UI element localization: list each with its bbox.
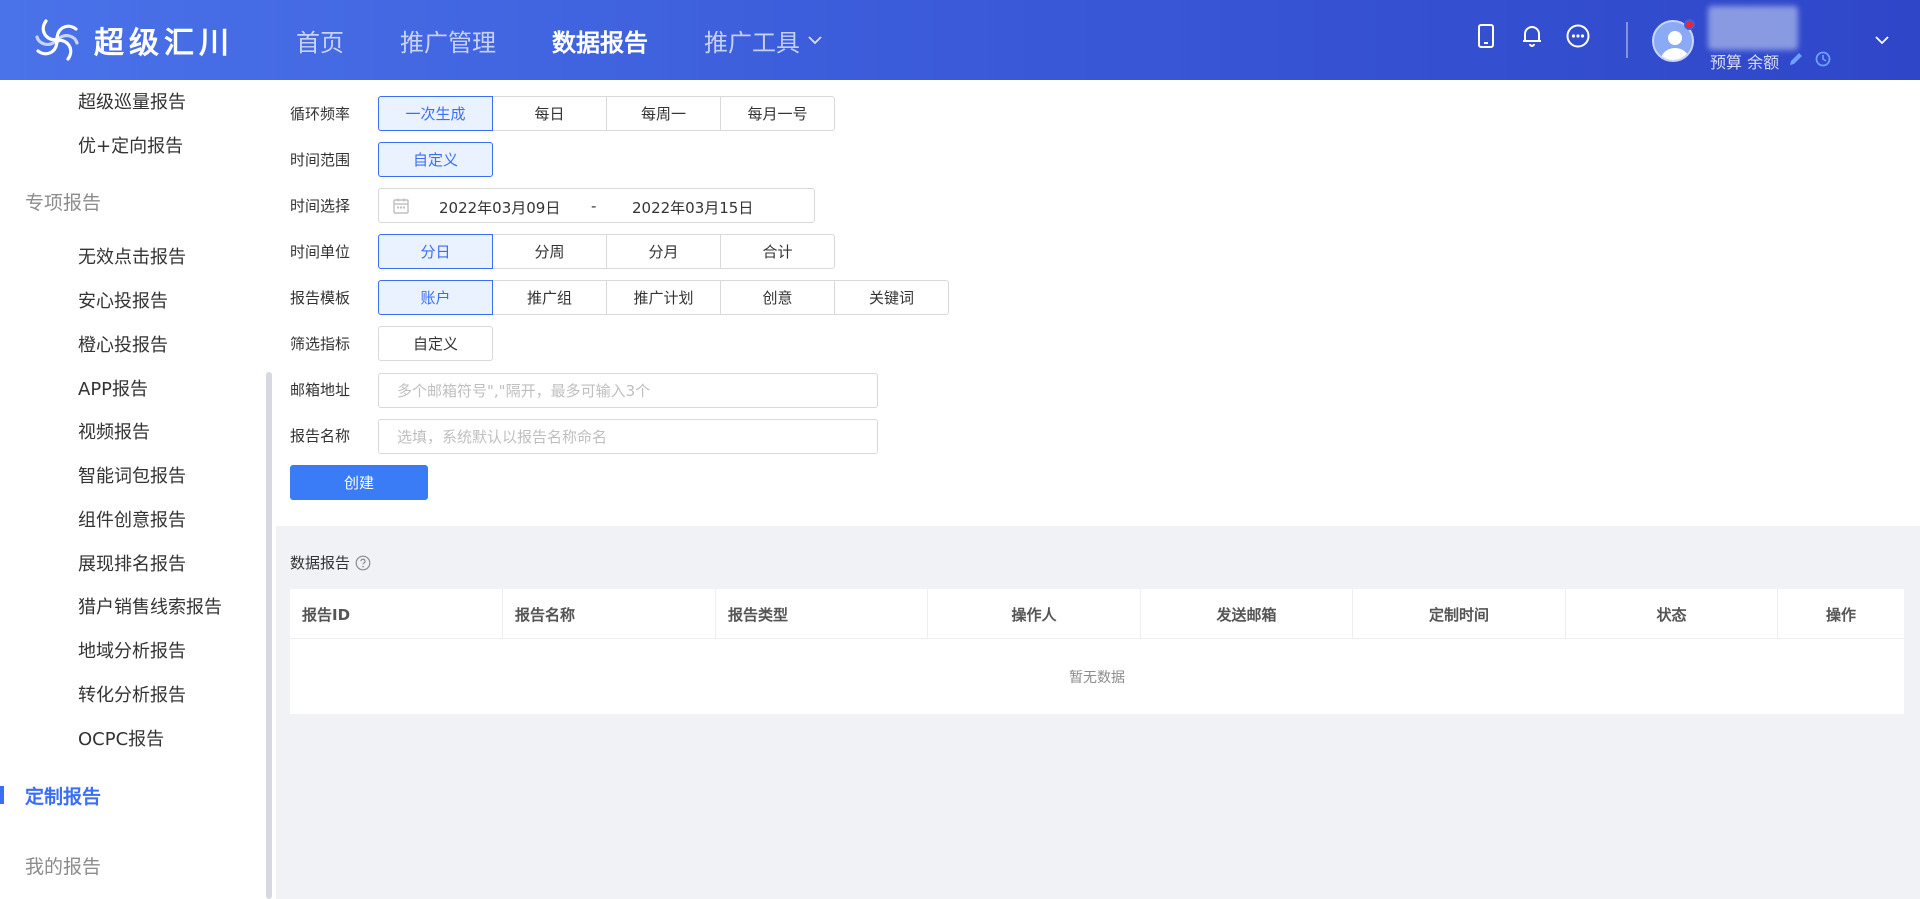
template-account[interactable]: 账户 <box>378 280 493 315</box>
template-creative[interactable]: 创意 <box>720 280 835 315</box>
sidebar-item-conversion[interactable]: 转化分析报告 <box>78 681 186 707</box>
report-form: 循环频率 一次生成 每日 每周一 每月一号 时间范围 自定义 时间选择 2022… <box>276 80 1920 526</box>
header-divider <box>1626 22 1628 58</box>
report-name-input[interactable] <box>378 419 878 454</box>
range-label: 时间范围 <box>290 151 351 169</box>
template-ad-group[interactable]: 推广组 <box>492 280 607 315</box>
reports-table: 报告ID 报告名称 报告类型 操作人 发送邮箱 定制时间 状态 操作 暂无数据 <box>290 589 1904 714</box>
sidebar-item-chengxin[interactable]: 橙心投报告 <box>78 331 168 357</box>
col-email: 发送邮箱 <box>1141 589 1353 639</box>
calendar-icon <box>393 198 409 214</box>
metrics-custom-button[interactable]: 自定义 <box>378 326 493 361</box>
sidebar-group-mine[interactable]: 我的报告 <box>25 852 101 879</box>
sidebar-item-targeting[interactable]: 优+定向报告 <box>78 132 183 158</box>
unit-selector: 分日 分周 分月 合计 <box>378 234 835 269</box>
metrics-selector: 自定义 <box>378 326 493 361</box>
sidebar-item-custom-report[interactable]: 定制报告 <box>25 782 101 809</box>
sidebar-item-anxin[interactable]: 安心投报告 <box>78 287 168 313</box>
frequency-label: 循环频率 <box>290 105 351 123</box>
sidebar-item-invalid-click[interactable]: 无效点击报告 <box>78 243 186 269</box>
table-empty: 暂无数据 <box>1069 669 1125 686</box>
sidebar-item-region[interactable]: 地域分析报告 <box>78 637 186 663</box>
frequency-once[interactable]: 一次生成 <box>378 96 493 131</box>
sidebar-item-ranking[interactable]: 展现排名报告 <box>78 550 186 576</box>
col-report-name: 报告名称 <box>503 589 716 639</box>
sidebar-item-smart-word[interactable]: 智能词包报告 <box>78 462 186 488</box>
create-button[interactable]: 创建 <box>290 465 428 500</box>
chevron-down-icon[interactable] <box>1872 30 1892 50</box>
frequency-daily[interactable]: 每日 <box>492 96 607 131</box>
range-selector: 自定义 <box>378 142 493 177</box>
nav-home[interactable]: 首页 <box>296 23 344 58</box>
more-circle-icon[interactable] <box>1564 22 1592 50</box>
mobile-icon[interactable] <box>1472 22 1500 50</box>
sidebar: 超级巡量报告 优+定向报告 专项报告 无效点击报告 安心投报告 橙心投报告 AP… <box>0 80 276 899</box>
report-name-label: 报告名称 <box>290 427 351 445</box>
sidebar-group-special[interactable]: 专项报告 <box>25 188 101 215</box>
email-label: 邮箱地址 <box>290 381 351 399</box>
col-operator: 操作人 <box>928 589 1141 639</box>
chevron-down-icon <box>808 36 822 45</box>
email-input[interactable] <box>378 373 878 408</box>
top-header: 超级汇川 首页 推广管理 数据报告 推广工具 预算 余额 <box>0 0 1920 80</box>
unit-day[interactable]: 分日 <box>378 234 493 269</box>
nav-promotion-tools-label: 推广工具 <box>704 28 800 57</box>
template-label: 报告模板 <box>290 289 351 307</box>
logo-text: 超级汇川 <box>94 26 234 61</box>
sidebar-item-video[interactable]: 视频报告 <box>78 418 150 444</box>
sidebar-scrollbar[interactable] <box>266 372 272 899</box>
date-separator: - <box>591 197 597 215</box>
notification-dot <box>1684 19 1695 30</box>
help-icon[interactable] <box>355 555 371 571</box>
unit-week[interactable]: 分周 <box>492 234 607 269</box>
logo[interactable]: 超级汇川 <box>32 16 234 64</box>
nav-data-report-label: 数据报告 <box>552 28 648 57</box>
template-keyword[interactable]: 关键词 <box>834 280 949 315</box>
frequency-selector: 一次生成 每日 每周一 每月一号 <box>378 96 835 131</box>
logo-swirl-icon <box>35 19 79 61</box>
col-actions: 操作 <box>1825 605 1856 624</box>
nav-data-report[interactable]: 数据报告 <box>552 23 648 58</box>
user-name-blurred <box>1708 6 1798 50</box>
unit-label: 时间单位 <box>290 243 351 261</box>
nav-promotion-manage[interactable]: 推广管理 <box>400 23 496 58</box>
template-selector: 账户 推广组 推广计划 创意 关键词 <box>378 280 949 315</box>
date-range-picker[interactable]: 2022年03月09日 - 2022年03月15日 <box>378 188 815 223</box>
sidebar-item-orion-leads[interactable]: 猎户销售线索报告 <box>78 593 222 619</box>
unit-total[interactable]: 合计 <box>720 234 835 269</box>
reports-section-title: 数据报告 <box>290 552 371 573</box>
frequency-monthly-first[interactable]: 每月一号 <box>720 96 835 131</box>
col-report-id: 报告ID <box>290 589 503 639</box>
reports-title: 数据报告 <box>290 554 351 572</box>
nav-promotion-tools[interactable]: 推广工具 <box>704 23 824 58</box>
date-label: 时间选择 <box>290 197 351 215</box>
nav-promotion-manage-label: 推广管理 <box>400 28 496 57</box>
sidebar-item-component-creative[interactable]: 组件创意报告 <box>78 506 186 532</box>
header-icons <box>1472 22 1610 50</box>
clock-icon[interactable] <box>1815 51 1831 67</box>
unit-month[interactable]: 分月 <box>606 234 721 269</box>
frequency-monday[interactable]: 每周一 <box>606 96 721 131</box>
sidebar-item-ocpc[interactable]: OCPC报告 <box>78 725 164 751</box>
sidebar-item-app[interactable]: APP报告 <box>78 375 148 401</box>
main-nav: 首页 推广管理 数据报告 推广工具 <box>296 0 880 80</box>
main-content: 循环频率 一次生成 每日 每周一 每月一号 时间范围 自定义 时间选择 2022… <box>276 80 1920 899</box>
date-end[interactable]: 2022年03月15日 <box>632 197 753 218</box>
sidebar-item-super-patrol[interactable]: 超级巡量报告 <box>78 88 186 114</box>
bell-icon[interactable] <box>1518 22 1546 50</box>
col-custom-time: 定制时间 <box>1353 589 1566 639</box>
col-report-type: 报告类型 <box>716 589 928 639</box>
range-custom[interactable]: 自定义 <box>378 142 493 177</box>
date-start[interactable]: 2022年03月09日 <box>439 197 560 218</box>
col-status: 状态 <box>1566 589 1778 639</box>
sidebar-active-indicator <box>0 786 4 804</box>
template-campaign[interactable]: 推广计划 <box>606 280 721 315</box>
metrics-label: 筛选指标 <box>290 335 351 353</box>
user-balance: 预算 余额 <box>1710 53 1780 72</box>
nav-home-label: 首页 <box>296 28 344 57</box>
edit-icon[interactable] <box>1788 51 1804 67</box>
table-header: 报告ID 报告名称 报告类型 操作人 发送邮箱 定制时间 状态 操作 <box>290 589 1904 639</box>
